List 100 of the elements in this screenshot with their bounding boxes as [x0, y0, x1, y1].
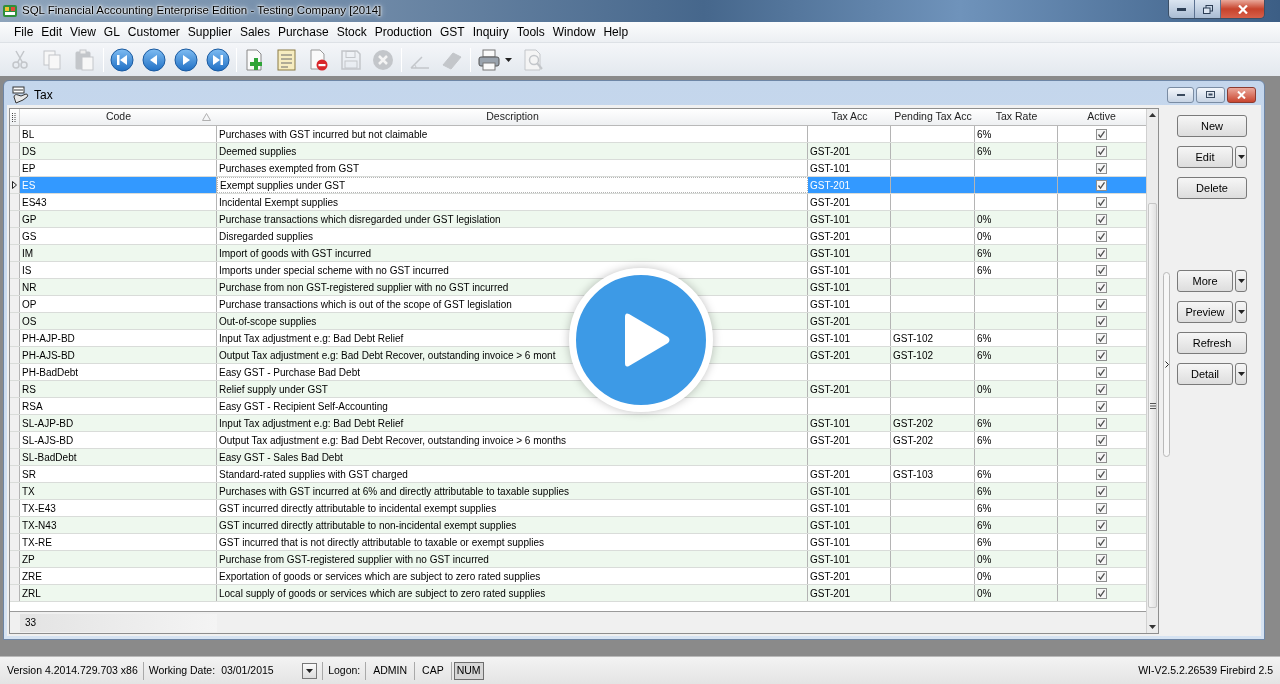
- menu-item[interactable]: Sales: [235, 23, 274, 41]
- server-version-text: WI-V2.5.2.26539 Firebird 2.5: [1138, 662, 1273, 678]
- logon-label: Logon:: [328, 662, 361, 678]
- checkbox[interactable]: [1096, 366, 1107, 378]
- description-text: Standard-rated supplies with GST charged: [219, 467, 408, 482]
- checkbox[interactable]: [1096, 264, 1107, 276]
- tax-rate: 6%: [977, 433, 992, 448]
- checkbox[interactable]: [1096, 247, 1107, 259]
- action-button[interactable]: Preview: [1177, 301, 1233, 323]
- dropdown-button[interactable]: [1235, 146, 1247, 168]
- column-header[interactable]: Tax Rate: [995, 109, 1038, 125]
- checkbox[interactable]: [1096, 417, 1107, 429]
- close-icon: [1237, 90, 1246, 99]
- checkbox[interactable]: [1096, 485, 1107, 497]
- checkbox[interactable]: [1096, 332, 1107, 344]
- checkbox[interactable]: [1096, 298, 1107, 310]
- minimize-button[interactable]: [1169, 0, 1195, 18]
- checkbox[interactable]: [1096, 587, 1107, 599]
- tax-account: GST-101: [810, 518, 851, 533]
- caret-icon[interactable]: [505, 57, 512, 62]
- checkbox[interactable]: [1096, 434, 1107, 446]
- menu-item[interactable]: Window: [548, 23, 600, 41]
- tax-account: GST-101: [810, 280, 851, 295]
- tax-rate: 0%: [977, 586, 992, 601]
- close-button[interactable]: [1227, 86, 1256, 103]
- menu-item[interactable]: GST: [436, 23, 469, 41]
- checkbox[interactable]: [1096, 315, 1107, 327]
- checkbox[interactable]: [1096, 536, 1107, 548]
- first-icon[interactable]: [110, 47, 134, 72]
- checkbox[interactable]: [1096, 553, 1107, 565]
- column-chooser-icon[interactable]: [12, 112, 17, 122]
- last-icon[interactable]: [206, 47, 230, 72]
- tax-code: TX-N43: [22, 518, 57, 533]
- tax-account: GST-201: [810, 433, 851, 448]
- dropdown-button[interactable]: [1235, 301, 1247, 323]
- scrollbar-thumb[interactable]: [1148, 203, 1157, 608]
- menu-item[interactable]: GL: [99, 23, 124, 41]
- column-header[interactable]: Tax Acc: [831, 109, 868, 125]
- checkbox[interactable]: [1096, 145, 1107, 157]
- scrollbar-track[interactable]: [1146, 109, 1158, 633]
- menu-item[interactable]: Help: [599, 23, 633, 41]
- splitter-handle[interactable]: [1163, 272, 1170, 457]
- menu-item[interactable]: Edit: [37, 23, 67, 41]
- close-button[interactable]: [1221, 0, 1264, 18]
- checkbox[interactable]: [1096, 570, 1107, 582]
- checkbox[interactable]: [1096, 400, 1107, 412]
- minimize-icon: [1176, 93, 1185, 96]
- scroll-up-icon[interactable]: [1149, 113, 1156, 117]
- checkbox[interactable]: [1096, 162, 1107, 174]
- printer-icon[interactable]: [477, 47, 501, 72]
- checkbox[interactable]: [1096, 468, 1107, 480]
- menu-item[interactable]: Stock: [332, 23, 371, 41]
- action-button[interactable]: Delete: [1177, 177, 1247, 199]
- tax-rate: 0%: [977, 212, 992, 227]
- menu-item[interactable]: Customer: [123, 23, 184, 41]
- pending-tax-account: GST-202: [893, 433, 934, 448]
- restore-button[interactable]: [1196, 86, 1225, 103]
- menu-item[interactable]: Production: [370, 23, 436, 41]
- column-header[interactable]: Active: [1087, 109, 1116, 125]
- menu-item[interactable]: Inquiry: [468, 23, 513, 41]
- checkbox[interactable]: [1096, 349, 1107, 361]
- description-text: Easy GST - Recipient Self-Accounting: [219, 399, 388, 414]
- previous-icon[interactable]: [142, 47, 166, 72]
- menu-item[interactable]: Supplier: [183, 23, 236, 41]
- tax-account: GST-101: [810, 331, 851, 346]
- checkbox[interactable]: [1096, 128, 1107, 140]
- column-header[interactable]: Pending Tax Acc: [894, 109, 972, 125]
- checkbox[interactable]: [1096, 230, 1107, 242]
- action-button[interactable]: More: [1177, 270, 1233, 292]
- menu-item[interactable]: File: [10, 23, 38, 41]
- checkbox[interactable]: [1096, 383, 1107, 395]
- checkbox[interactable]: [1096, 196, 1107, 208]
- dropdown-button[interactable]: [1235, 363, 1247, 385]
- checkbox[interactable]: [1096, 179, 1107, 191]
- menu-item[interactable]: Tools: [512, 23, 549, 41]
- checkbox[interactable]: [1096, 502, 1107, 514]
- action-button[interactable]: Detail: [1177, 363, 1233, 385]
- checkbox[interactable]: [1096, 519, 1107, 531]
- action-button[interactable]: Refresh: [1177, 332, 1247, 354]
- description-text: Relief supply under GST: [219, 382, 328, 397]
- checkbox[interactable]: [1096, 451, 1107, 463]
- next-icon[interactable]: [174, 47, 198, 72]
- dropdown-button[interactable]: [1235, 270, 1247, 292]
- caret-icon: [306, 668, 314, 673]
- action-button[interactable]: Edit: [1177, 146, 1233, 168]
- dropdown-button[interactable]: [302, 662, 318, 679]
- tax-code: OS: [22, 314, 37, 329]
- tax-account: GST-101: [810, 535, 851, 550]
- column-header[interactable]: Description: [486, 109, 539, 125]
- action-button[interactable]: New: [1177, 115, 1247, 137]
- minimize-button[interactable]: [1167, 86, 1194, 103]
- menu-item[interactable]: Purchase: [273, 23, 333, 41]
- date-field[interactable]: 03/01/2015: [221, 661, 318, 680]
- restore-button[interactable]: [1195, 0, 1221, 18]
- menu-item[interactable]: View: [66, 23, 100, 41]
- checkbox[interactable]: [1096, 213, 1107, 225]
- checkbox[interactable]: [1096, 281, 1107, 293]
- tax-account: GST-101: [810, 484, 851, 499]
- scroll-down-icon[interactable]: [1149, 625, 1156, 629]
- column-header[interactable]: Code: [105, 109, 132, 125]
